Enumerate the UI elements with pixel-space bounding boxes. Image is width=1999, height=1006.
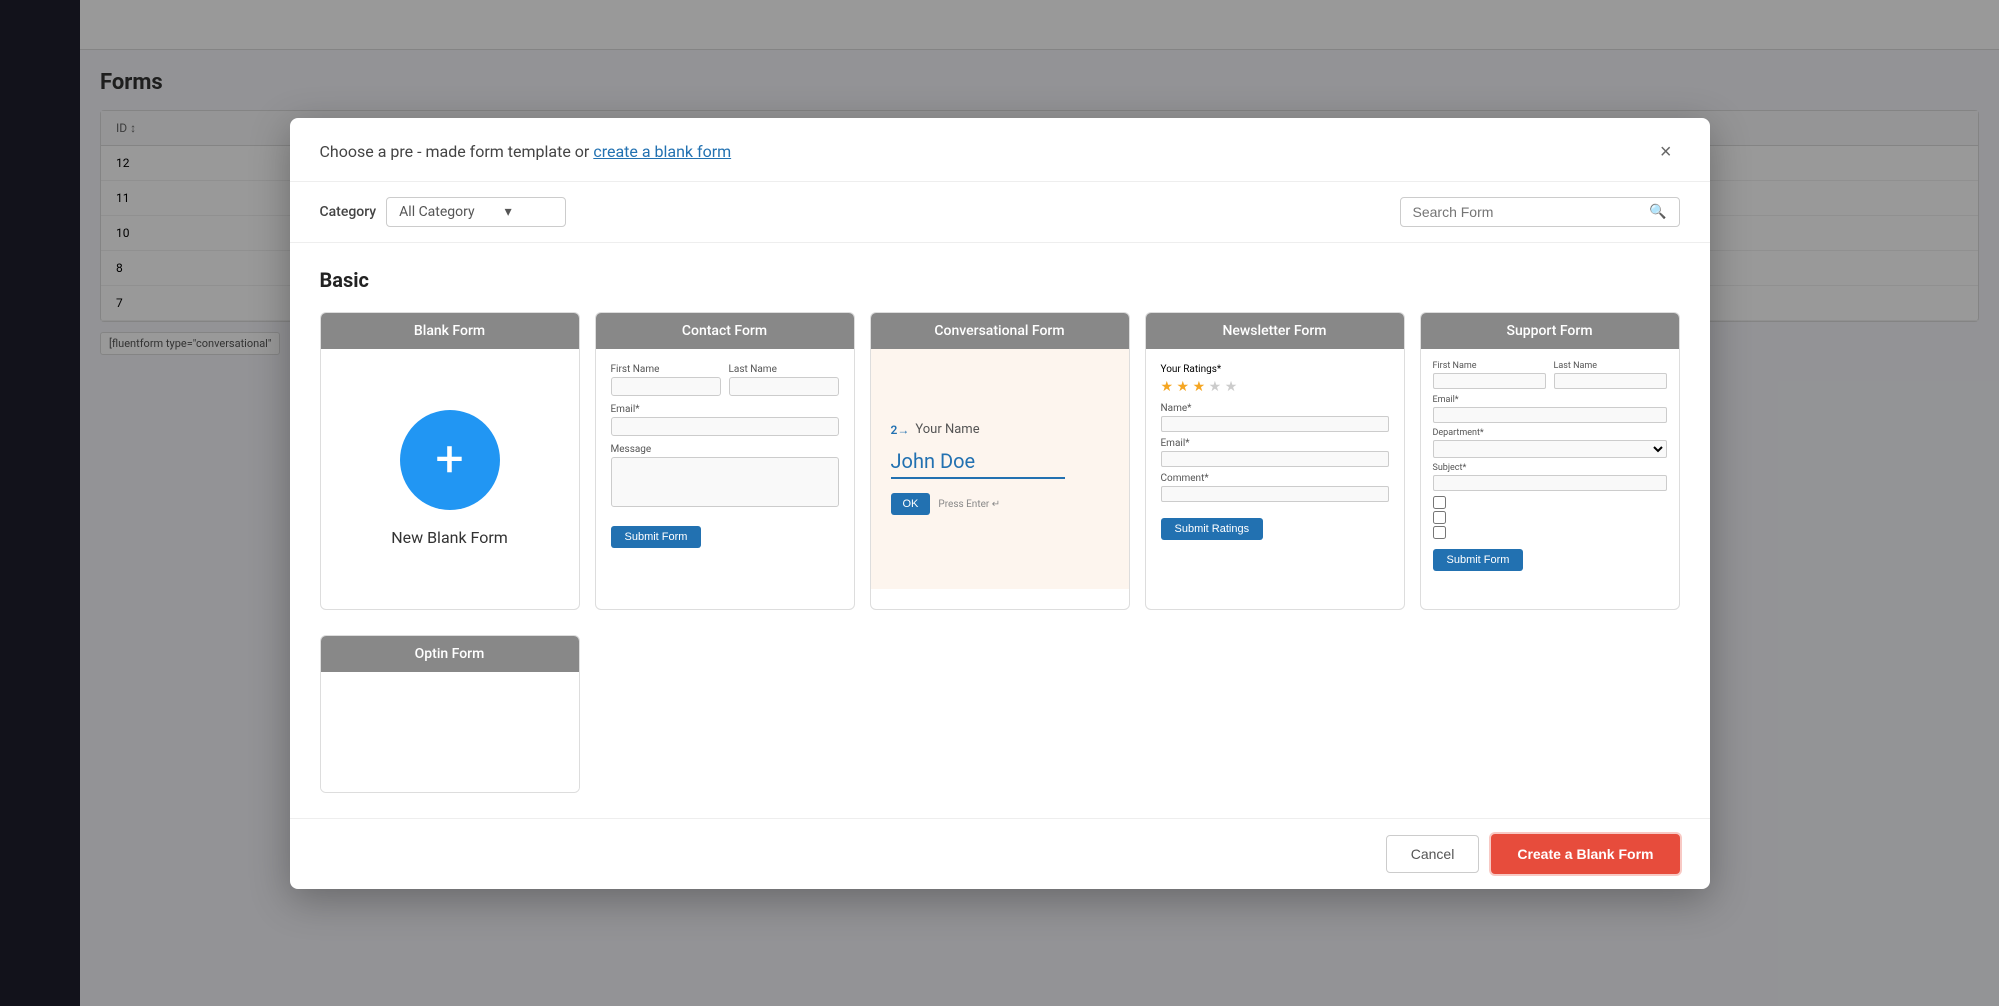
support-firstname-label: First Name <box>1433 361 1546 371</box>
modal-header: Choose a pre - made form template or cre… <box>290 118 1710 182</box>
conv-question: 2→ Your Name <box>891 422 980 437</box>
support-firstname-field: First Name <box>1433 361 1546 389</box>
star-1: ★ <box>1161 379 1174 395</box>
template-card-header-support: Support Form <box>1421 313 1679 349</box>
support-submit-btn: Submit Form <box>1433 549 1524 571</box>
category-selector: Category All Category ▾ <box>320 197 567 227</box>
conversational-form-preview: 2→ Your Name John Doe OK Press Enter ↵ <box>871 349 1129 589</box>
contact-email-input <box>611 417 839 436</box>
support-lastname-label: Last Name <box>1554 361 1667 371</box>
blank-form-label: New Blank Form <box>391 528 508 547</box>
contact-message-field: Message <box>611 444 839 510</box>
contact-lastname-label: Last Name <box>729 364 839 375</box>
modal-title: Choose a pre - made form template or cre… <box>320 142 732 161</box>
modal-overlay: Choose a pre - made form template or cre… <box>0 0 1999 1006</box>
search-input[interactable] <box>1413 204 1642 220</box>
templates-grid-basic: Blank Form + New Blank Form Contact Form <box>320 312 1680 610</box>
contact-firstname-label: First Name <box>611 364 721 375</box>
template-card-contact[interactable]: Contact Form First Name Last Name <box>595 312 855 610</box>
template-card-header-newsletter: Newsletter Form <box>1146 313 1404 349</box>
contact-name-row: First Name Last Name <box>611 364 839 396</box>
template-card-header-optin: Optin Form <box>321 636 579 672</box>
modal-body: Basic Blank Form + New Blank Form Contac… <box>290 243 1710 818</box>
category-dropdown[interactable]: All Category ▾ <box>386 197 566 227</box>
template-card-conversational[interactable]: Conversational Form 2→ Your Name John Do… <box>870 312 1130 610</box>
conv-step: 2→ <box>891 423 910 437</box>
chevron-down-icon: ▾ <box>505 204 512 220</box>
modal-toolbar: Category All Category ▾ 🔍 <box>290 182 1710 243</box>
newsletter-comment-field: Comment* <box>1161 473 1389 502</box>
conv-press-enter: Press Enter ↵ <box>938 499 1000 510</box>
template-card-header-contact: Contact Form <box>596 313 854 349</box>
contact-firstname-input <box>611 377 721 396</box>
template-card-body-support: First Name Last Name Email* <box>1421 349 1679 609</box>
support-subject-label: Subject* <box>1433 463 1667 473</box>
support-email-field: Email* <box>1433 395 1667 423</box>
cancel-button[interactable]: Cancel <box>1386 835 1480 873</box>
template-card-support[interactable]: Support Form First Name Last Name <box>1420 312 1680 610</box>
ratings-label: Your Ratings* <box>1161 364 1389 375</box>
section-title-basic: Basic <box>320 268 1680 292</box>
newsletter-submit-btn: Submit Ratings <box>1161 518 1264 540</box>
newsletter-comment-label: Comment* <box>1161 473 1389 484</box>
newsletter-name-field: Name* <box>1161 403 1389 432</box>
plus-icon: + <box>435 431 463 489</box>
template-card-optin[interactable]: Optin Form <box>320 635 580 793</box>
contact-email-field: Email* <box>611 404 839 436</box>
support-checkbox-group <box>1433 496 1667 539</box>
template-card-body-newsletter: Your Ratings* ★ ★ ★ ★ ★ Name* <box>1146 349 1404 609</box>
template-card-newsletter[interactable]: Newsletter Form Your Ratings* ★ ★ ★ ★ ★ <box>1145 312 1405 610</box>
template-card-body-blank: + New Blank Form <box>321 349 579 609</box>
template-card-header-conv: Conversational Form <box>871 313 1129 349</box>
search-box: 🔍 <box>1400 197 1680 227</box>
star-2: ★ <box>1177 379 1190 395</box>
contact-firstname-field: First Name <box>611 364 721 396</box>
templates-grid-row2: Optin Form <box>320 635 1680 793</box>
contact-submit-btn: Submit Form <box>611 526 702 548</box>
create-blank-button[interactable]: Create a Blank Form <box>1491 834 1679 874</box>
star-3: ★ <box>1193 379 1206 395</box>
support-email-label: Email* <box>1433 395 1667 405</box>
modal-dialog: Choose a pre - made form template or cre… <box>290 118 1710 889</box>
support-name-row: First Name Last Name <box>1433 361 1667 389</box>
conv-actions: OK Press Enter ↵ <box>891 493 1001 515</box>
template-card-header-blank: Blank Form <box>321 313 579 349</box>
blank-form-icon: + <box>400 410 500 510</box>
conv-question-text: Your Name <box>915 422 979 437</box>
support-dept-field: Department* <box>1433 428 1667 458</box>
close-button[interactable]: × <box>1652 138 1680 166</box>
contact-form-preview: First Name Last Name Email* <box>611 364 839 548</box>
contact-email-label: Email* <box>611 404 839 415</box>
contact-message-label: Message <box>611 444 839 455</box>
star-rating: ★ ★ ★ ★ ★ <box>1161 379 1389 395</box>
category-value: All Category <box>399 204 474 220</box>
template-card-body-optin <box>321 672 579 792</box>
newsletter-email-field: Email* <box>1161 438 1389 467</box>
create-blank-link[interactable]: create a blank form <box>593 142 731 161</box>
newsletter-name-label: Name* <box>1161 403 1389 414</box>
contact-message-input <box>611 457 839 507</box>
conv-ok-btn: OK <box>891 493 931 515</box>
contact-lastname-field: Last Name <box>729 364 839 396</box>
search-icon: 🔍 <box>1649 204 1666 220</box>
conv-answer: John Doe <box>891 449 1065 479</box>
star-5: ★ <box>1225 379 1238 395</box>
support-lastname-field: Last Name <box>1554 361 1667 389</box>
category-label: Category <box>320 204 377 220</box>
support-dept-label: Department* <box>1433 428 1667 438</box>
modal-footer: Cancel Create a Blank Form <box>290 818 1710 889</box>
template-card-body-contact: First Name Last Name Email* <box>596 349 854 609</box>
support-subject-field: Subject* <box>1433 463 1667 491</box>
support-form-preview: First Name Last Name Email* <box>1433 361 1667 571</box>
newsletter-email-label: Email* <box>1161 438 1389 449</box>
template-card-blank[interactable]: Blank Form + New Blank Form <box>320 312 580 610</box>
newsletter-form-preview: Your Ratings* ★ ★ ★ ★ ★ Name* <box>1161 364 1389 540</box>
contact-lastname-input <box>729 377 839 396</box>
star-4: ★ <box>1209 379 1222 395</box>
